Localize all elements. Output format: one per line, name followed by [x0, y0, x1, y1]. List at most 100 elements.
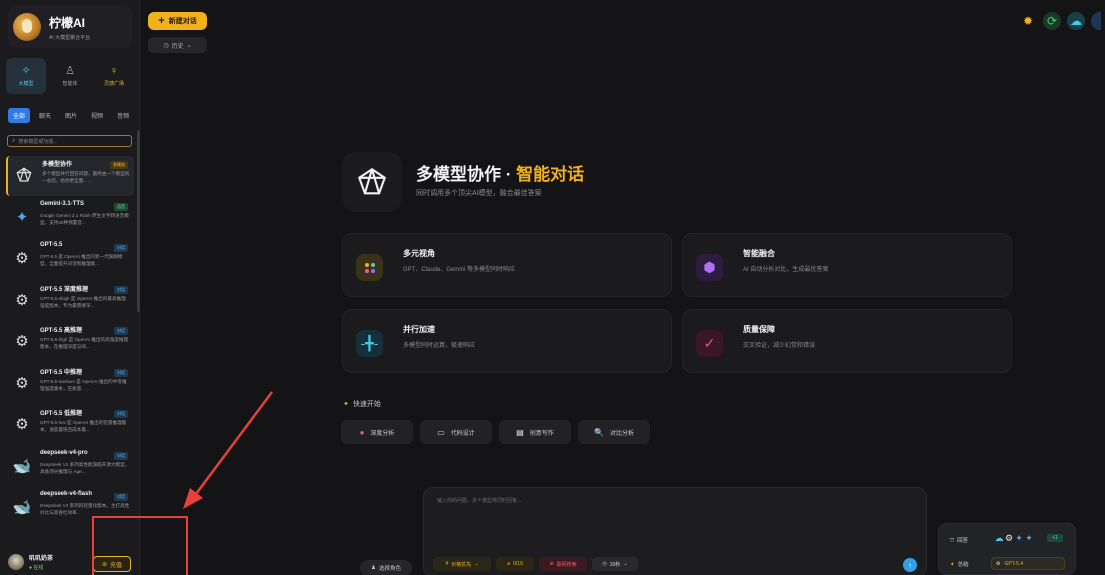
- dots-icon: [356, 254, 383, 281]
- card-desc: 多模型同时运算，极速响应: [403, 343, 476, 349]
- filter-chat[interactable]: 聊天: [34, 108, 56, 123]
- filter-all[interactable]: 全部: [8, 108, 31, 123]
- extra-models-badge: +1: [1047, 534, 1063, 542]
- send-button[interactable]: ↑: [903, 558, 917, 572]
- quick-start-label: 快速开始: [352, 401, 381, 408]
- summary-label-text: 总结: [957, 562, 969, 568]
- hero-title-highlight: 智能对话: [516, 165, 585, 184]
- feature-card-parallel: -╋- 并行加速 多模型同时运算，极速响应: [342, 309, 672, 373]
- annotation-highlight-box: [92, 516, 188, 575]
- paperclip-icon: ⌀: [507, 561, 511, 567]
- chevron-down-icon: ⌄: [186, 42, 192, 49]
- role-label: 选择角色: [378, 566, 401, 572]
- user-name: 叽叽奶茶: [29, 556, 54, 562]
- person-icon: ♙: [65, 65, 75, 77]
- sparkle-icon: ✦: [950, 562, 955, 568]
- model-item-gpt55-medium[interactable]: ⚙ GPT-5.5 中推理 对话 GPT-5.5-medium 是 OpenAI…: [6, 364, 134, 404]
- feature-card-perspectives: 多元视角 GPT、Claude、Gemini 等多模型同时响应: [342, 233, 672, 297]
- nav-inspiration-label: 灵感广场: [103, 81, 124, 87]
- shield-icon: ⛉: [950, 538, 955, 544]
- price-priority-select[interactable]: ¥ 价格优先 ⌄: [433, 557, 491, 571]
- quick-start-title: ✦ 快速开始: [343, 399, 381, 409]
- model-desc: 多个模型并行回答问题，最终由一个模型统一总结，给你更全面、...: [42, 171, 130, 183]
- sync-icon[interactable]: ⟳: [1043, 12, 1061, 30]
- select-role-button[interactable]: ♟ 选择角色: [360, 560, 412, 575]
- model-item-deepseek-pro[interactable]: 🐋 deepseek-v4-pro 对话 DeepSeek V4 系列高性能旗舰…: [6, 447, 134, 487]
- chip-label: 联网搜索: [556, 561, 577, 568]
- model-list: 多模型协作 多模态 多个模型并行回答问题，最终由一个模型统一总结，给你更全面、.…: [6, 156, 134, 532]
- model-badge: 对话: [114, 327, 128, 335]
- filter-video[interactable]: 视频: [86, 108, 108, 123]
- star-icon: ✦: [343, 401, 349, 408]
- main-nav: ✧ 大模型 ♙ 智能体 ♀ 灵感广场: [6, 58, 134, 94]
- avatar: [8, 554, 24, 570]
- timeout-select[interactable]: ◷ 30秒 ⌄: [592, 557, 638, 571]
- summary-model-select[interactable]: ⚙ GPT-5.4: [991, 557, 1065, 570]
- model-item-gpt55-high[interactable]: ⚙ GPT-5.5 高推理 对话 GPT-5.5-high 是 OpenAI 推…: [6, 322, 134, 362]
- bulb-icon: ♀: [109, 65, 119, 77]
- model-badge: 对话: [114, 368, 128, 377]
- card-desc: GPT、Claude、Gemini 等多模型同时响应: [403, 267, 516, 273]
- answer-models[interactable]: ☁ ⚙ ✦ ✦: [993, 532, 1033, 544]
- quick-label: 代码设计: [450, 430, 475, 437]
- lemon-logo-icon: [13, 13, 41, 41]
- deepseek-icon: 🐋: [12, 457, 32, 475]
- openai-icon: ⚙: [15, 333, 29, 350]
- sidebar: 柠檬AI AI 大模型聚合平台 ✧ 大模型 ♙ 智能体 ♀ 灵感广场 全部 聊天…: [0, 0, 140, 575]
- model-badge: 多模态: [110, 161, 128, 169]
- plus-icon: +: [158, 15, 165, 27]
- nav-agents-label: 智能体: [62, 81, 78, 87]
- model-item-multi[interactable]: 多模型协作 多模态 多个模型并行回答问题，最终由一个模型统一总结，给你更全面、.…: [6, 156, 134, 196]
- card-title: 智能融合: [743, 249, 775, 258]
- model-desc: GPT-5.5 是 OpenAI 推出的新一代旗舰模型，全面提升对话和推理能..…: [40, 254, 123, 266]
- model-desc: GPT-5.5-low 是 OpenAI 推出的轻量推理版本，速度最快且成本最.…: [40, 420, 127, 432]
- chevron-down-icon: ⌄: [623, 561, 628, 567]
- user-profile[interactable]: 叽叽奶茶 ● 在线: [8, 553, 53, 571]
- model-desc: GPT-5.5-medium 是 OpenAI 推出的中等推理强度版本，在质量、…: [40, 378, 127, 391]
- filter-image[interactable]: 图片: [60, 108, 82, 123]
- multi-model-icon: [14, 165, 34, 185]
- quick-deep-analysis-button[interactable]: ● 深度分析: [341, 420, 413, 444]
- history-dropdown[interactable]: ◷ 历史 ⌄: [148, 37, 207, 53]
- model-item-gpt55-xhigh[interactable]: ⚙ GPT-5.5 深度推理 对话 GPT-5.5-xhigh 是 OpenAI…: [6, 281, 134, 321]
- app-window: 柠檬AI AI 大模型聚合平台 ✧ 大模型 ♙ 智能体 ♀ 灵感广场 全部 聊天…: [0, 0, 1105, 575]
- card-desc: AI 自动分析对比，生成最优答案: [743, 267, 829, 273]
- browser-icon[interactable]: [1091, 12, 1101, 30]
- web-search-toggle[interactable]: ⊕ 联网搜索: [539, 557, 587, 571]
- chip-label: 30秒: [609, 561, 621, 568]
- brand-subtitle: AI 大模型聚合平台: [49, 34, 91, 41]
- nav-agents[interactable]: ♙ 智能体: [50, 58, 90, 94]
- openai-icon: ⚙: [15, 250, 29, 267]
- card-title: 质量保障: [743, 325, 775, 334]
- brain-icon: ●: [359, 427, 365, 437]
- model-badge: 对话: [114, 244, 128, 252]
- nav-inspiration[interactable]: ♀ 灵感广场: [94, 58, 134, 94]
- summary-label: ✦ 总结: [950, 560, 969, 568]
- monitor-icon: ▭: [437, 427, 445, 437]
- globe-icon: ⊕: [549, 561, 554, 567]
- theme-sun-icon[interactable]: ✹: [1019, 12, 1037, 30]
- model-item-gemini[interactable]: ✦ Gemini-3.1-TTS 语音 Google Gemini 3.1 Fl…: [6, 198, 134, 238]
- cloud-icon[interactable]: ☁: [1067, 12, 1085, 30]
- model-search-input[interactable]: ⌕ 搜索模型或功能...: [7, 135, 132, 147]
- new-chat-button[interactable]: + 新建对话: [148, 12, 207, 30]
- quick-creative-writing-button[interactable]: ▤ 创意写作: [499, 420, 571, 444]
- model-item-gpt55-low[interactable]: ⚙ GPT-5.5 低推理 对话 GPT-5.5-low 是 OpenAI 推出…: [6, 405, 134, 445]
- chip-label: 0/10: [513, 561, 523, 567]
- summary-model-label: GPT-5.4: [1004, 560, 1024, 567]
- model-item-gpt55[interactable]: ⚙ GPT-5.5 对话 GPT-5.5 是 OpenAI 推出的新一代旗舰模型…: [6, 239, 134, 279]
- brand[interactable]: 柠檬AI AI 大模型聚合平台: [8, 6, 132, 48]
- check-circle-icon: ✓: [696, 330, 723, 357]
- clock-icon: ◷: [163, 42, 169, 49]
- attachment-counter[interactable]: ⌀ 0/10: [496, 557, 534, 571]
- history-label: 历史: [171, 43, 184, 50]
- nav-models[interactable]: ✧ 大模型: [6, 58, 46, 94]
- search-icon: 🔍: [594, 427, 604, 437]
- quick-code-design-button[interactable]: ▭ 代码设计: [420, 420, 492, 444]
- card-title: 并行加速: [403, 325, 435, 334]
- filter-audio[interactable]: 音频: [112, 108, 134, 123]
- hero-title: 多模型协作 · 智能对话: [416, 160, 584, 185]
- quick-compare-analysis-button[interactable]: 🔍 对比分析: [578, 420, 650, 444]
- model-desc: DeepSeek V4 系列高性能旗舰开源大模型，具备顶尖推理与 Age...: [40, 461, 130, 474]
- sidebar-scrollbar[interactable]: [137, 130, 140, 312]
